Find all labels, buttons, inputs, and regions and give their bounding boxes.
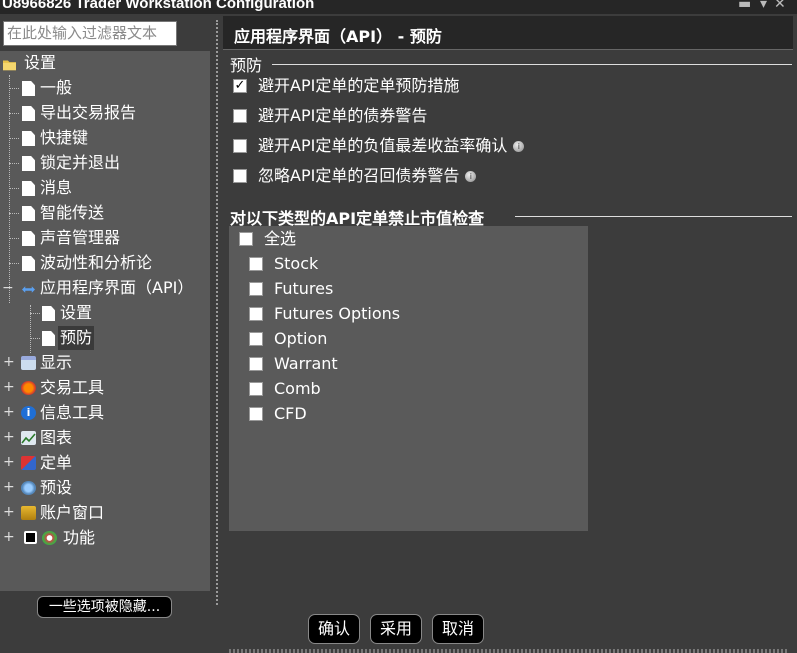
- checkbox[interactable]: [239, 232, 253, 246]
- checkbox[interactable]: [249, 407, 263, 421]
- info-icon[interactable]: i: [465, 171, 477, 182]
- title-bar: U8966826 Trader Workstation Configuratio…: [0, 0, 797, 14]
- info-icon[interactable]: i: [513, 141, 525, 152]
- security-types-panel: 全选 Stock Futures Futures Options Option …: [229, 226, 588, 531]
- close-icon[interactable]: ✕: [774, 0, 786, 12]
- document-icon: [22, 106, 35, 121]
- collapse-icon[interactable]: −: [2, 281, 14, 295]
- features-checkbox-icon: [24, 531, 37, 544]
- info-tools-icon: i: [21, 406, 36, 420]
- checkbox[interactable]: [249, 357, 263, 371]
- apply-button[interactable]: 采用: [370, 614, 422, 644]
- expand-icon[interactable]: +: [3, 480, 15, 494]
- checkbox[interactable]: [233, 169, 247, 183]
- expand-icon[interactable]: +: [3, 530, 15, 544]
- presets-icon: [21, 481, 36, 495]
- checkbox[interactable]: [249, 282, 263, 296]
- document-icon: [22, 131, 35, 146]
- trading-tools-icon: [21, 381, 36, 395]
- menu-arrow-icon[interactable]: ▾: [760, 0, 767, 12]
- folder-icon: [3, 60, 16, 71]
- section-divider: [272, 64, 792, 65]
- checkbox[interactable]: ✓: [233, 79, 247, 93]
- document-icon: [22, 181, 35, 196]
- display-icon: [21, 356, 36, 370]
- document-icon: [22, 156, 35, 171]
- document-icon: [22, 81, 35, 96]
- resize-grip[interactable]: [229, 649, 789, 653]
- orders-icon: [21, 456, 36, 470]
- account-icon: [21, 506, 36, 520]
- document-icon: [22, 206, 35, 221]
- left-pane: 在此处输入过滤器文本 设置 一般 导出交易报告 快捷键 锁定并退出 消息 智能传…: [0, 16, 213, 653]
- checkbox[interactable]: [249, 257, 263, 271]
- window-title: U8966826 Trader Workstation Configuratio…: [2, 0, 315, 12]
- charts-icon: [21, 431, 36, 445]
- cancel-button[interactable]: 取消: [432, 614, 484, 644]
- features-icon: [42, 531, 57, 545]
- document-icon: [42, 331, 55, 346]
- expand-icon[interactable]: +: [3, 430, 15, 444]
- checkbox[interactable]: [233, 109, 247, 123]
- expand-icon[interactable]: +: [3, 355, 15, 369]
- precautions-section-title: 预防: [230, 56, 263, 75]
- expand-icon[interactable]: +: [3, 505, 15, 519]
- document-icon: [42, 306, 55, 321]
- document-icon: [22, 256, 35, 271]
- section-divider: [515, 216, 792, 217]
- expand-icon[interactable]: +: [3, 455, 15, 469]
- page-header: 应用程序界面（API） - 预防: [223, 16, 793, 50]
- checkbox[interactable]: [249, 382, 263, 396]
- expand-icon[interactable]: +: [3, 380, 15, 394]
- pane-splitter[interactable]: [216, 20, 218, 605]
- minimize-icon[interactable]: ▬: [738, 0, 751, 12]
- settings-tree: 设置 一般 导出交易报告 快捷键 锁定并退出 消息 智能传送 声音管理器 波动性…: [0, 51, 210, 591]
- checkbox[interactable]: [249, 307, 263, 321]
- expand-icon[interactable]: +: [3, 405, 15, 419]
- ok-button[interactable]: 确认: [308, 614, 360, 644]
- page-title: 应用程序界面（API） - 预防: [234, 27, 442, 46]
- hidden-options-button[interactable]: 一些选项被隐藏...: [37, 596, 172, 618]
- api-arrows-icon: [22, 286, 35, 293]
- filter-input[interactable]: 在此处输入过滤器文本: [3, 21, 177, 46]
- tree-line: [9, 75, 10, 303]
- checkbox[interactable]: [233, 139, 247, 153]
- document-icon: [22, 231, 35, 246]
- checkbox[interactable]: [249, 332, 263, 346]
